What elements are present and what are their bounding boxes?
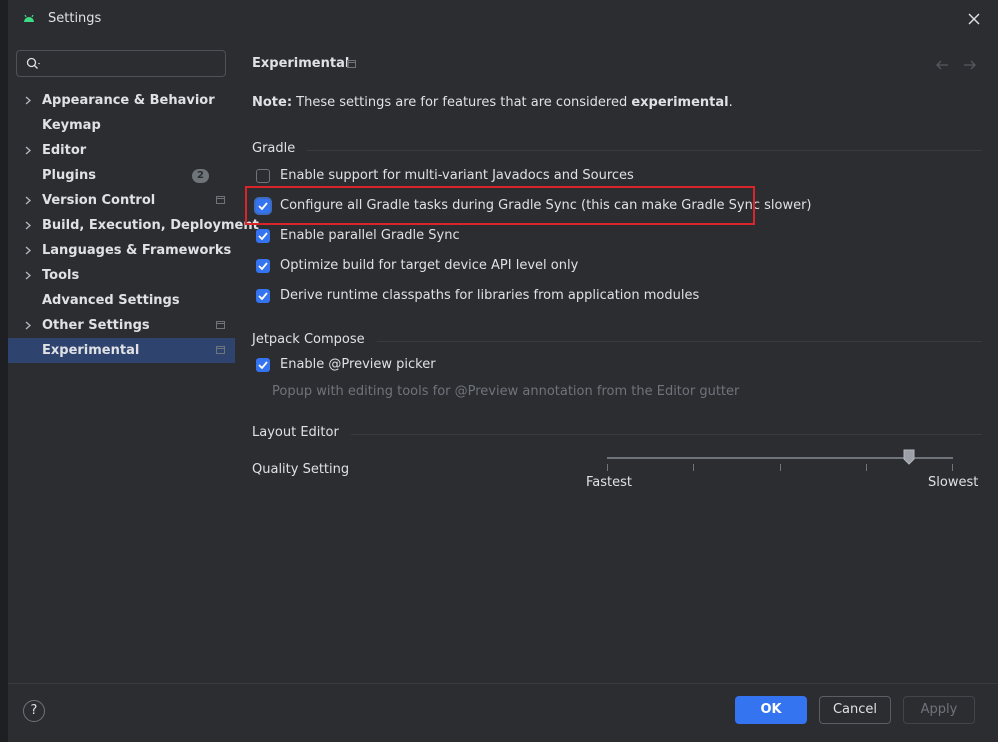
sidebar-item-version-control[interactable]: Version Control — [8, 188, 235, 213]
sidebar-item-other-settings[interactable]: Other Settings — [8, 313, 235, 338]
settings-dialog: Settings Appearance & Behavior Keymap Edit… — [8, 0, 998, 742]
settings-content: Experimental Note: These settings are fo… — [245, 0, 998, 680]
sidebar-item-label: Version Control — [42, 193, 156, 208]
gradle-option-checkbox[interactable] — [256, 229, 270, 243]
history-arrows — [926, 58, 978, 76]
sidebar-item-build-execution-deployment[interactable]: Build, Execution, Deployment — [8, 213, 259, 238]
preview-picker-checkbox[interactable] — [256, 358, 270, 372]
chevron-right-icon[interactable] — [24, 246, 32, 255]
sidebar-item-label: Other Settings — [42, 318, 150, 333]
project-scope-icon — [216, 346, 225, 354]
sidebar-item-tools[interactable]: Tools — [8, 263, 235, 288]
slider-tick — [780, 464, 781, 471]
window-title: Settings — [48, 11, 102, 26]
search-input[interactable] — [47, 54, 221, 75]
slider-min-label: Fastest — [586, 475, 632, 490]
sidebar-item-label: Advanced Settings — [42, 293, 180, 308]
slider-tick — [693, 464, 694, 471]
page-title: Experimental — [252, 56, 350, 71]
sidebar-item-label: Plugins — [42, 168, 96, 183]
note-prefix: Note: — [252, 95, 293, 110]
sidebar-item-experimental[interactable]: Experimental — [8, 338, 235, 363]
chevron-right-icon[interactable] — [24, 146, 32, 155]
plugins-update-badge: 2 — [192, 169, 209, 183]
sidebar-item-label: Experimental — [42, 343, 140, 358]
sidebar-item-label: Editor — [42, 143, 87, 158]
settings-nav-tree: Appearance & Behavior Keymap Editor Plugins… — [8, 88, 259, 363]
gradle-section-header: Gradle — [252, 141, 982, 157]
gradle-section-title: Gradle — [252, 141, 308, 156]
gradle-option-checkbox[interactable] — [256, 199, 270, 213]
sidebar-item-editor[interactable]: Editor — [8, 138, 235, 163]
layout-editor-section-title: Layout Editor — [252, 425, 351, 440]
preview-picker-label: Enable @Preview picker — [280, 357, 436, 372]
android-icon — [24, 14, 34, 22]
help-button[interactable]: ? — [23, 700, 45, 722]
gradle-option-label: Optimize build for target device API lev… — [280, 258, 579, 273]
sidebar-item-label: Tools — [42, 268, 80, 283]
gradle-option-label: Enable support for multi-variant Javadoc… — [280, 168, 634, 183]
sidebar-item-languages-frameworks[interactable]: Languages & Frameworks — [8, 238, 235, 263]
compose-section-title: Jetpack Compose — [252, 332, 377, 347]
preview-picker-hint: Popup with editing tools for @Preview an… — [272, 384, 740, 399]
project-scope-icon — [216, 321, 225, 329]
sidebar-item-appearance-behavior[interactable]: Appearance & Behavior — [8, 88, 235, 113]
sidebar-item-label: Build, Execution, Deployment — [42, 218, 259, 233]
chevron-right-icon[interactable] — [24, 196, 32, 205]
slider-tick — [952, 464, 953, 471]
sidebar-item-label: Appearance & Behavior — [42, 93, 215, 108]
slider-tick — [866, 464, 867, 471]
note-text: These settings are for features that are… — [292, 95, 632, 110]
sidebar-item-label: Languages & Frameworks — [42, 243, 232, 258]
experimental-note: Note: These settings are for features th… — [252, 95, 733, 110]
compose-section-header: Jetpack Compose — [252, 332, 982, 348]
ok-button[interactable]: OK — [735, 696, 807, 724]
project-scope-icon — [347, 60, 356, 68]
settings-search[interactable] — [16, 50, 226, 77]
chevron-right-icon[interactable] — [24, 271, 32, 280]
dialog-footer: ? OK Cancel Apply — [8, 683, 998, 742]
gradle-option-label: Derive runtime classpaths for libraries … — [280, 288, 700, 303]
quality-setting-label: Quality Setting — [252, 462, 350, 477]
sidebar-item-label: Keymap — [42, 118, 101, 133]
search-icon — [26, 57, 40, 69]
layout-editor-section-header: Layout Editor — [252, 425, 982, 441]
chevron-right-icon[interactable] — [24, 96, 32, 105]
sidebar-item-plugins[interactable]: Plugins 2 — [8, 163, 235, 188]
sidebar-item-keymap[interactable]: Keymap — [8, 113, 235, 138]
gradle-option-checkbox[interactable] — [256, 289, 270, 303]
note-emphasis: experimental — [631, 95, 729, 110]
gradle-option-checkbox[interactable] — [256, 169, 270, 183]
slider-track[interactable] — [607, 457, 953, 459]
apply-button[interactable]: Apply — [903, 696, 975, 724]
forward-arrow-icon[interactable] — [962, 58, 978, 72]
chevron-right-icon[interactable] — [24, 321, 32, 330]
gradle-option-label: Enable parallel Gradle Sync — [280, 228, 460, 243]
note-suffix: . — [728, 95, 733, 110]
gradle-option-label: Configure all Gradle tasks during Gradle… — [280, 198, 812, 213]
chevron-right-icon[interactable] — [24, 221, 32, 230]
sidebar-item-advanced-settings[interactable]: Advanced Settings — [8, 288, 235, 313]
slider-max-label: Slowest — [928, 475, 979, 490]
cancel-button[interactable]: Cancel — [819, 696, 891, 724]
gradle-option-checkbox[interactable] — [256, 259, 270, 273]
slider-thumb[interactable] — [903, 449, 915, 465]
background-editor-strip — [0, 0, 8, 742]
quality-slider[interactable]: Fastest Slowest — [586, 448, 978, 498]
project-scope-icon — [216, 196, 225, 204]
back-arrow-icon[interactable] — [934, 58, 950, 72]
slider-tick — [607, 464, 608, 471]
